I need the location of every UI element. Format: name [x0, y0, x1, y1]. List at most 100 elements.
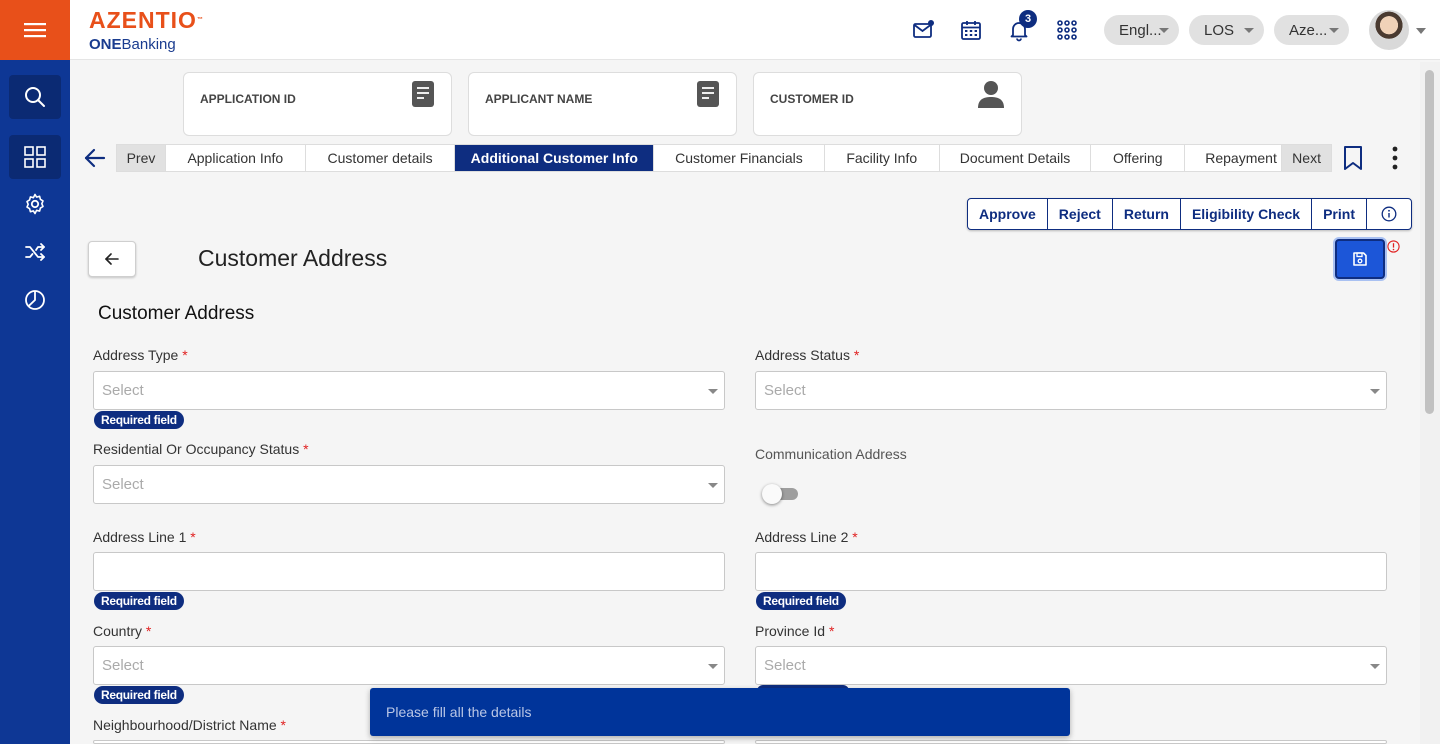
- tab-strip: Prev Application Info Customer details A…: [116, 144, 1332, 172]
- brand-name: AZENTIO: [89, 7, 197, 33]
- eligibility-check-button[interactable]: Eligibility Check: [1181, 199, 1313, 229]
- sidebar-item-dashboard[interactable]: [9, 135, 61, 179]
- bookmark-icon: [1344, 146, 1362, 170]
- address-type-required-badge: Required field: [94, 411, 184, 429]
- tab-customer-financials[interactable]: Customer Financials: [654, 145, 825, 171]
- dropdown-arrow-icon: [708, 389, 718, 394]
- hamburger-menu-button[interactable]: [0, 0, 70, 60]
- neighbourhood-label: Neighbourhood/District Name *: [93, 717, 286, 733]
- tab-customer-details[interactable]: Customer details: [305, 145, 456, 171]
- dropdown-arrow-icon: [708, 483, 718, 488]
- tab-facility-info[interactable]: Facility Info: [824, 145, 940, 171]
- tab-document-details[interactable]: Document Details: [939, 145, 1092, 171]
- user-avatar[interactable]: [1369, 10, 1409, 50]
- page-title: Customer Address: [198, 245, 388, 271]
- application-id-card: APPLICATION ID: [183, 72, 452, 136]
- hamburger-icon: [24, 23, 46, 38]
- country-label-text: Country: [93, 623, 143, 639]
- sidebar-item-workflow[interactable]: [9, 230, 61, 274]
- kebab-menu-icon: [1392, 146, 1398, 170]
- calendar-icon: [961, 21, 981, 40]
- tab-next-button[interactable]: Next: [1282, 145, 1331, 171]
- calendar-button[interactable]: [958, 17, 984, 43]
- required-asterisk: *: [190, 529, 196, 545]
- tab-application-info[interactable]: Application Info: [165, 145, 306, 171]
- neighbourhood-input[interactable]: [93, 740, 725, 744]
- toggle-knob: [762, 484, 782, 504]
- scrollbar-thumb[interactable]: [1425, 70, 1434, 414]
- module-selector[interactable]: LOS: [1189, 15, 1264, 45]
- chevron-down-icon: [1329, 28, 1339, 33]
- address-line2-label-text: Address Line 2: [755, 529, 849, 545]
- entity-selector[interactable]: Aze...: [1274, 15, 1349, 45]
- dashboard-grid-icon: [24, 146, 46, 168]
- applicant-name-label: APPLICANT NAME: [485, 92, 593, 106]
- address-type-label-text: Address Type: [93, 347, 179, 363]
- page-scrollbar[interactable]: [1420, 62, 1440, 744]
- residential-status-label: Residential Or Occupancy Status *: [93, 441, 309, 457]
- tab-additional-customer-info[interactable]: Additional Customer Info: [455, 145, 655, 171]
- approve-button[interactable]: Approve: [968, 199, 1048, 229]
- back-arrow-button[interactable]: [84, 146, 106, 175]
- customer-id-card: CUSTOMER ID: [753, 72, 1022, 136]
- save-button[interactable]: [1335, 239, 1385, 279]
- required-asterisk: *: [145, 623, 152, 639]
- page-back-button[interactable]: [88, 241, 136, 277]
- arrow-left-icon: [84, 148, 106, 168]
- tab-repayment[interactable]: Repayment S: [1185, 145, 1283, 171]
- residential-status-label-text: Residential Or Occupancy Status: [93, 441, 300, 457]
- next-field-input[interactable]: [755, 740, 1387, 744]
- language-selector[interactable]: Engl...: [1104, 15, 1179, 45]
- notification-count-badge: 3: [1019, 10, 1037, 28]
- apps-button[interactable]: [1054, 17, 1080, 43]
- address-line2-input[interactable]: [755, 552, 1387, 591]
- province-label-text: Province Id: [755, 623, 826, 639]
- address-type-placeholder: Select: [102, 382, 144, 399]
- applicant-name-card: APPLICANT NAME: [468, 72, 737, 136]
- top-bar: AZENTIO™ ONEBanking 3 Engl... LOS Aze...: [0, 0, 1440, 60]
- sidebar-item-reports[interactable]: [9, 278, 61, 322]
- profile-chevron-down-icon[interactable]: [1416, 28, 1426, 34]
- apps-grid-icon: [1057, 20, 1077, 40]
- reject-button[interactable]: Reject: [1048, 199, 1113, 229]
- required-asterisk: *: [853, 347, 860, 363]
- address-line1-input[interactable]: [93, 552, 725, 591]
- return-button[interactable]: Return: [1113, 199, 1181, 229]
- address-status-placeholder: Select: [764, 382, 806, 399]
- shuffle-icon: [25, 243, 45, 261]
- more-options-button[interactable]: [1387, 145, 1403, 176]
- info-button[interactable]: [1367, 199, 1411, 229]
- mail-button[interactable]: [910, 17, 936, 43]
- address-type-select[interactable]: Select: [93, 371, 725, 410]
- mail-icon: [913, 20, 934, 38]
- language-value: Engl...: [1119, 21, 1162, 39]
- address-status-select[interactable]: Select: [755, 371, 1387, 410]
- trademark: ™: [196, 17, 203, 23]
- dropdown-arrow-icon: [708, 664, 718, 669]
- neighbourhood-label-text: Neighbourhood/District Name: [93, 717, 277, 733]
- country-select[interactable]: Select: [93, 646, 725, 685]
- tab-offering[interactable]: Offering: [1091, 145, 1186, 171]
- tab-prev-button[interactable]: Prev: [117, 145, 166, 171]
- residential-status-select[interactable]: Select: [93, 465, 725, 504]
- toast-message: Please fill all the details: [386, 704, 532, 720]
- province-label: Province Id *: [755, 623, 834, 639]
- arrow-left-icon: [105, 253, 119, 265]
- province-select[interactable]: Select: [755, 646, 1387, 685]
- search-icon: [25, 87, 45, 107]
- chevron-down-icon: [1159, 28, 1169, 33]
- module-value: LOS: [1204, 21, 1235, 39]
- bookmark-button[interactable]: [1342, 145, 1364, 176]
- action-button-group: Approve Reject Return Eligibility Check …: [967, 198, 1412, 230]
- communication-address-toggle[interactable]: [762, 484, 798, 504]
- dropdown-arrow-icon: [1370, 389, 1380, 394]
- sidebar-item-search[interactable]: [9, 75, 61, 119]
- print-button[interactable]: Print: [1312, 199, 1367, 229]
- sidebar-item-settings[interactable]: [9, 182, 61, 226]
- address-line1-label: Address Line 1 *: [93, 529, 196, 545]
- address-line1-label-text: Address Line 1: [93, 529, 187, 545]
- azentio-logo[interactable]: AZENTIO™ ONEBanking: [89, 8, 203, 54]
- save-floppy-icon: [1353, 252, 1367, 266]
- country-required-badge: Required field: [94, 686, 184, 704]
- required-asterisk: *: [852, 529, 858, 545]
